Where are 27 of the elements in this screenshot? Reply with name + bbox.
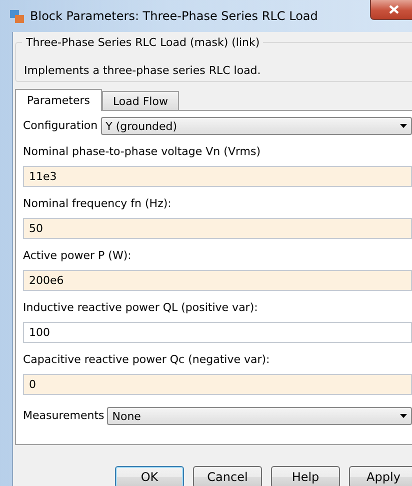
input-field[interactable]: 200e6 [23,270,412,291]
description: Implements a three-phase series RLC load. [24,64,262,78]
field-label: Active power P (W): [23,248,132,264]
close-icon [389,5,399,14]
field-label: Nominal phase-to-phase voltage Vn (Vrms) [23,144,262,160]
dropdown[interactable]: None [107,407,412,425]
close-button[interactable] [370,0,412,20]
tab[interactable]: Parameters [15,89,102,111]
input-field[interactable]: 0 [23,374,412,395]
caret-icon [400,414,407,418]
input-field[interactable]: 11e3 [23,166,412,187]
dialog-button[interactable]: Apply [349,466,412,486]
input-field[interactable]: 50 [23,218,412,239]
field-label: Configuration [23,118,98,134]
field-label: Inductive reactive power QL (positive var): [23,300,259,316]
field-label: Measurements [23,408,104,424]
window-title: Block Parameters: Three-Phase Series RLC Load [30,9,318,23]
dropdown[interactable]: Y (grounded) [100,117,412,135]
tab[interactable]: Load Flow [102,91,179,110]
dialog-button[interactable]: Cancel [193,466,262,486]
field-label: Nominal frequency fn (Hz): [23,196,172,212]
app-icon [10,10,24,22]
dialog-button[interactable]: OK [115,466,184,486]
caret-icon [400,124,407,128]
field-label: Capacitive reactive power Qc (negative var): [23,352,271,368]
input-field[interactable]: 100 [23,322,412,343]
dialog-button[interactable]: Help [271,466,340,486]
